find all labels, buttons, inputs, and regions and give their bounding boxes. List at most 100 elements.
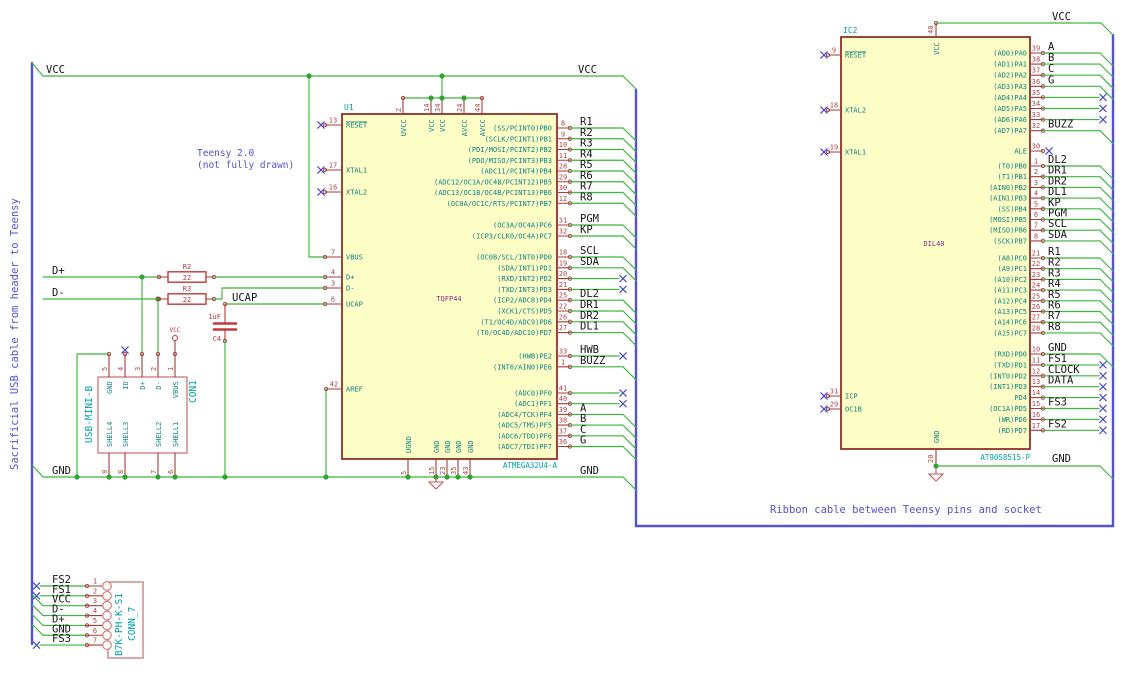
pin-number: 22 xyxy=(1032,260,1040,268)
net-label: GND xyxy=(52,465,71,477)
pin-number: 12 xyxy=(559,195,567,203)
net-label: VCC xyxy=(46,64,65,76)
pin-number: 24 xyxy=(1032,282,1040,290)
pin-number: 16 xyxy=(329,184,337,192)
pin-number: 31 xyxy=(559,217,567,225)
pin-name: (T0)PB0 xyxy=(997,163,1027,171)
pin-name: (A15)PC7 xyxy=(993,329,1027,337)
pin-number: 41 xyxy=(559,385,567,393)
net-label: G xyxy=(580,435,586,447)
pin-name: (A10)PC2 xyxy=(993,276,1027,284)
conn7-pin-circle xyxy=(102,610,112,621)
net-label: FS2 xyxy=(1048,418,1067,430)
pin-number: 30 xyxy=(559,184,567,192)
pin-number: 8 xyxy=(1034,232,1038,240)
pin-name: (OC3A/OC4A)PC6 xyxy=(493,222,552,230)
pin-number: 36 xyxy=(559,438,567,446)
net-label: DATA xyxy=(1048,375,1074,387)
pin-name: (AD0)PA0 xyxy=(993,50,1027,58)
pin-number: 28 xyxy=(1032,324,1040,332)
pin-name: UVCC xyxy=(400,119,408,136)
pin-number: 5 xyxy=(1034,200,1038,208)
pin-name: D+ xyxy=(346,274,354,282)
pin-number: 28 xyxy=(559,163,567,171)
pin-name: GND xyxy=(455,440,463,453)
pin-name: (ICP2/ADC8)PD4 xyxy=(493,297,552,305)
pin-number: 3 xyxy=(331,280,335,288)
pin-name: (T1)PB1 xyxy=(997,173,1027,181)
pin-name: (AD4)PA4 xyxy=(993,94,1027,102)
pin-name: (AIN1)PB3 xyxy=(989,195,1027,203)
pin-name: (AIN0)PB2 xyxy=(989,184,1027,192)
pin-number: 15 xyxy=(428,467,436,475)
schematic-svg: VCC VCCGND GNDU1ATMEGA32U4-ATQFP4413RESET1… xyxy=(0,0,1131,690)
pin-name: AVCC xyxy=(461,119,469,136)
pin-name: SHELL1 xyxy=(172,422,180,447)
pin-name: (AD5)PA5 xyxy=(993,105,1027,113)
conn7-value: B7K-PH-K-S1 xyxy=(114,593,125,656)
pin-name: (A11)PC3 xyxy=(993,287,1027,295)
pin-number: 3 xyxy=(134,367,142,371)
pin-number: 1 xyxy=(1034,158,1038,166)
pin-number: 32 xyxy=(559,228,567,236)
pin-number: 38 xyxy=(559,417,567,425)
pin-number: 21 xyxy=(559,281,567,289)
pin-name: XTAL1 xyxy=(346,167,367,175)
pin-name: VCC xyxy=(933,42,941,55)
pin-name: (A8)PC0 xyxy=(997,255,1027,263)
pin-name: (OC0B/SCL/INT0)PD0 xyxy=(476,254,552,262)
pin-number: 40 xyxy=(927,26,935,34)
pin-name: UGND xyxy=(405,436,413,453)
pin-number: 20 xyxy=(559,270,567,278)
pin-number: 17 xyxy=(329,162,337,170)
pin-name: GND xyxy=(433,440,441,453)
pin-name: (T0/OC4D/ADC10)PD7 xyxy=(476,329,552,337)
pin-number: 6 xyxy=(331,296,335,304)
junction-dot xyxy=(106,474,112,480)
pin-number: 34 xyxy=(434,104,442,112)
conn7-pin-circle xyxy=(102,630,112,641)
pin-number: 35 xyxy=(450,467,458,475)
pin-name: GND xyxy=(467,440,475,453)
pin-number: 27 xyxy=(1032,314,1040,322)
ic2-ref: IC2 xyxy=(843,26,858,35)
ic2-value: AT90S8515-P xyxy=(980,453,1030,462)
pin-number: 24 xyxy=(456,104,464,112)
pin-number: 13 xyxy=(1032,378,1040,386)
pin-number: 26 xyxy=(1032,303,1040,311)
net-label: VCC xyxy=(578,64,597,76)
pin-number: 7 xyxy=(331,249,335,257)
pin-name: (MOSI)PB5 xyxy=(989,216,1027,224)
conn7-ref: CONN_7 xyxy=(127,607,138,641)
pin-number: 9 xyxy=(832,47,836,55)
net-label: BUZZ xyxy=(1048,119,1073,131)
net-label: UCAP xyxy=(232,292,257,304)
ic2-field: DIL40 xyxy=(923,240,944,248)
pin-number: 18 xyxy=(559,249,567,257)
pin-number: 10 xyxy=(559,141,567,149)
junction-dot xyxy=(122,474,128,480)
pin-number: 9 xyxy=(101,470,109,474)
net-label: SDA xyxy=(580,256,600,268)
pin-name: VBUS xyxy=(346,254,363,262)
pin-name: RESET xyxy=(346,122,368,130)
pin-name: (AD6)PA6 xyxy=(993,116,1027,124)
pin-name: (INT0)PD2 xyxy=(989,372,1027,380)
resistor-value: 22 xyxy=(183,296,191,304)
pin-number: 33 xyxy=(1032,111,1040,119)
pin-number: 6 xyxy=(167,470,175,474)
net-label: DL1 xyxy=(580,321,599,333)
pin-number: 10 xyxy=(1032,346,1040,354)
net-label: GND xyxy=(1052,453,1071,465)
pin-number: 16 xyxy=(1032,411,1040,419)
junction-dot xyxy=(155,474,161,480)
pin-name: VCC xyxy=(428,119,436,132)
pin-number: 5 xyxy=(400,471,408,475)
pin-number: 35 xyxy=(1032,89,1040,97)
pin-number: 37 xyxy=(559,427,567,435)
pin-number: 13 xyxy=(329,117,337,125)
junction-dot xyxy=(439,95,445,101)
pin-name: (RD)PD7 xyxy=(997,427,1027,435)
pin-number: 2 xyxy=(93,587,97,595)
pin-number: 36 xyxy=(1032,78,1040,86)
